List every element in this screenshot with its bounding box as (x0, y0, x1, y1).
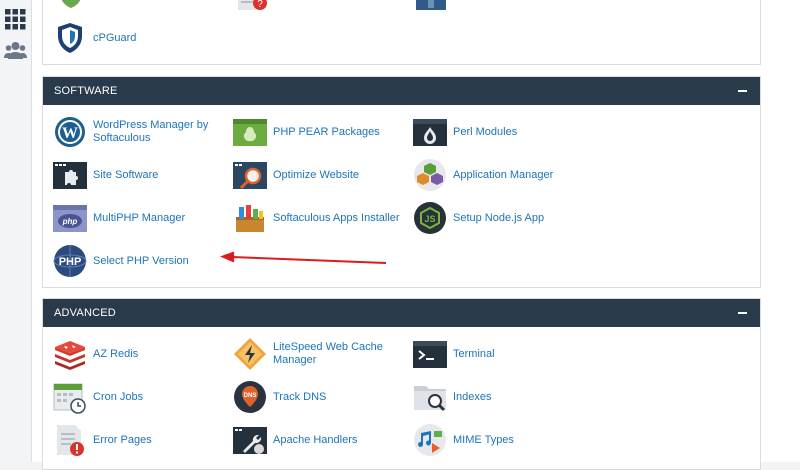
svg-text:php: php (62, 217, 78, 226)
nodejs-icon: JS (414, 202, 446, 234)
svg-text:W: W (62, 125, 78, 142)
redis-icon (55, 341, 85, 370)
pear-icon (233, 119, 267, 146)
perl-onion-icon (413, 119, 447, 146)
grid-apps-icon[interactable] (4, 8, 27, 30)
annotation-arrow-icon (220, 251, 387, 264)
cubes-icon (414, 159, 446, 191)
svg-text:PHP: PHP (59, 256, 82, 268)
users-group-icon[interactable] (4, 40, 27, 62)
media-files-icon (414, 424, 446, 456)
document-question-icon: ? (238, 0, 267, 10)
software-panel-header[interactable]: SOFTWARE (43, 77, 760, 105)
svg-text:?: ? (257, 0, 263, 10)
optimize-website-label: Optimize Website (273, 168, 359, 181)
svg-text:DNS: DNS (244, 393, 257, 399)
advanced-collapse-button[interactable] (736, 307, 750, 319)
site-software-label: Site Software (93, 168, 159, 181)
terminal-label: Terminal (453, 347, 495, 360)
advanced-panel: ADVANCED AZ Redis LiteSpeed Web Cache Ma… (42, 298, 761, 470)
cron-jobs-label: Cron Jobs (93, 390, 144, 403)
magnifier-icon (233, 162, 267, 190)
blue-box-icon (416, 0, 446, 10)
setup-nodejs-label: Setup Node.js App (453, 211, 545, 224)
advanced-panel-header[interactable]: ADVANCED (43, 299, 760, 327)
softaculous-icon (236, 205, 264, 232)
software-panel: SOFTWARE W WordPress Manager by Softacul… (42, 76, 761, 288)
select-php-version-label: Select PHP Version (93, 254, 189, 267)
php-pear-label: PHP PEAR Packages (273, 125, 380, 138)
wordpress-icon: W (55, 117, 85, 147)
softaculous-installer-label: Softaculous Apps Installer (273, 211, 400, 224)
error-pages-label: Error Pages (93, 433, 152, 446)
track-dns-label: Track DNS (273, 390, 327, 403)
dns-pin-icon: DNS (234, 381, 266, 413)
svg-text:JS: JS (424, 214, 435, 224)
security-panel: ? cPGuard (42, 0, 761, 65)
application-manager-label: Application Manager (453, 168, 554, 181)
litespeed-icon (234, 338, 266, 370)
indexes-label: Indexes (453, 390, 492, 403)
window-wrench-icon (233, 427, 267, 454)
php-globe-icon: PHP (53, 245, 87, 277)
software-title: SOFTWARE (54, 85, 118, 97)
folder-search-icon (414, 386, 446, 412)
cpguard-shield-icon (58, 23, 82, 53)
multiphp-manager-label: MultiPHP Manager (93, 211, 186, 224)
wordpress-manager-label: WordPress Manager by Softaculous (93, 119, 209, 144)
terminal-icon (413, 341, 447, 368)
puzzle-icon (53, 162, 87, 189)
litespeed-cache-label: LiteSpeed Web Cache Manager (273, 341, 383, 366)
php-window-icon: php (53, 205, 87, 232)
left-sidebar (0, 0, 32, 462)
cpguard-label: cPGuard (93, 31, 137, 44)
calendar-clock-icon (53, 383, 86, 414)
mime-types-label: MIME Types (453, 433, 514, 446)
apache-handlers-label: Apache Handlers (273, 433, 358, 446)
advanced-title: ADVANCED (54, 307, 116, 319)
shield-green-icon (61, 0, 81, 8)
software-collapse-button[interactable] (736, 85, 750, 97)
main-content: ? cPGuard SOFTWARE W WordPress Manager b… (32, 0, 800, 470)
az-redis-label: AZ Redis (93, 347, 139, 360)
perl-modules-label: Perl Modules (453, 125, 518, 138)
document-error-icon (57, 425, 84, 456)
